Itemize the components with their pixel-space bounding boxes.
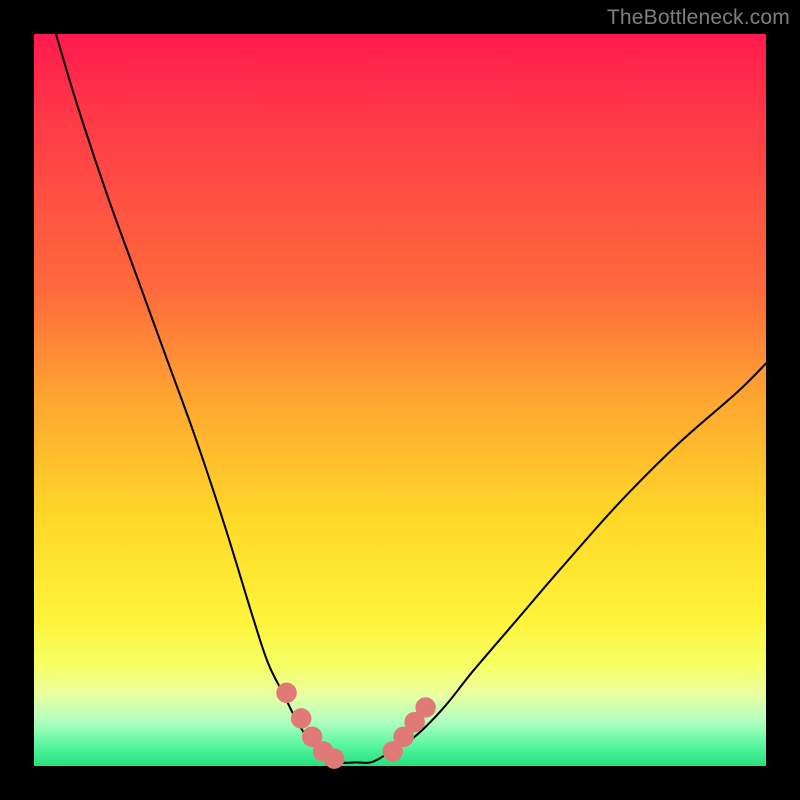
highlighted-points	[276, 683, 436, 769]
chart-container: TheBottleneck.com	[0, 0, 800, 800]
bottleneck-curve	[56, 34, 766, 763]
marker-dot	[291, 708, 311, 728]
marker-dot	[415, 697, 435, 717]
marker-dot	[276, 683, 296, 703]
curve-svg	[34, 34, 766, 766]
plot-area	[34, 34, 766, 766]
marker-dot	[324, 748, 344, 768]
watermark-text: TheBottleneck.com	[607, 6, 790, 30]
